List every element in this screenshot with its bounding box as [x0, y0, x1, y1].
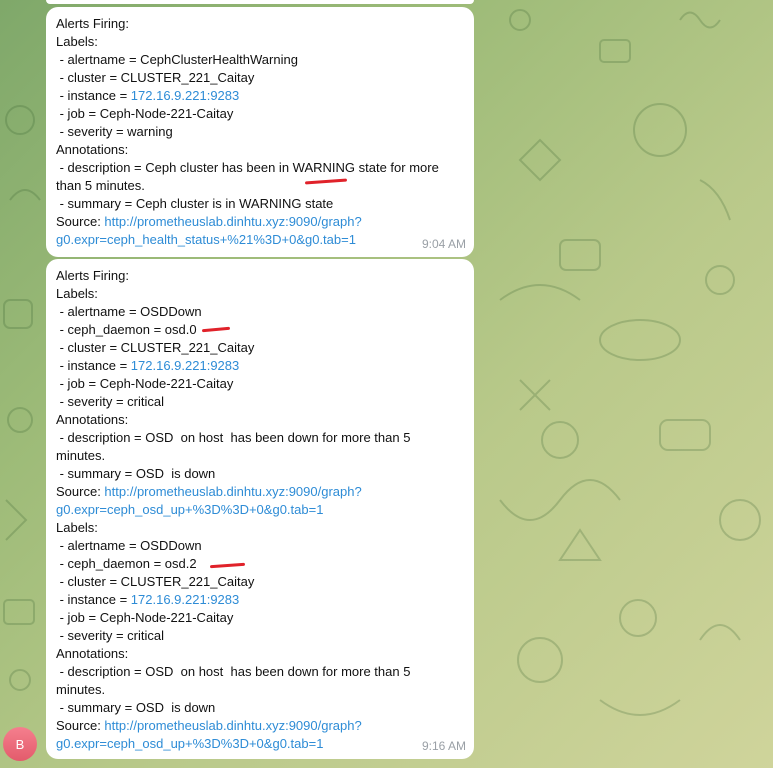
sender-avatar[interactable]: B — [3, 727, 37, 761]
message-line-text: Annotations: — [56, 142, 129, 157]
message-line: g0.expr=ceph_osd_up+%3D%3D+0&g0.tab=1 — [56, 501, 464, 519]
message-line-text: - job = Ceph-Node-221-Caitay — [56, 610, 234, 625]
message-link[interactable]: http://prometheuslab.dinhtu.xyz:9090/gra… — [104, 484, 361, 499]
message-line: - cluster = CLUSTER_221_Caitay — [56, 573, 464, 591]
message-line-text: - description = Ceph cluster has been in… — [56, 160, 439, 175]
previous-message-bubble-edge — [46, 0, 474, 4]
message-line-text: - summary = OSD is down — [56, 700, 216, 715]
message-line: - instance = 172.16.9.221:9283 — [56, 591, 464, 609]
message-line-text: Alerts Firing: — [56, 268, 129, 283]
message-line-text: minutes. — [56, 682, 106, 697]
message-line: Alerts Firing: — [56, 267, 464, 285]
message-link[interactable]: 172.16.9.221:9283 — [131, 88, 239, 103]
message-line: minutes. — [56, 447, 464, 465]
message-line-text: - alertname = CephClusterHealthWarning — [56, 52, 298, 67]
message-link[interactable]: g0.expr=ceph_health_status+%21%3D+0&g0.t… — [56, 232, 356, 247]
message-line-text: Labels: — [56, 286, 98, 301]
message-line-text: - ceph_daemon = osd.2 — [56, 556, 197, 571]
message-line: Labels: — [56, 33, 464, 51]
message-link[interactable]: http://prometheuslab.dinhtu.xyz:9090/gra… — [104, 718, 361, 733]
message-line-text: - summary = OSD is down — [56, 466, 216, 481]
message-line: than 5 minutes. — [56, 177, 464, 195]
message-line: - cluster = CLUSTER_221_Caitay — [56, 339, 464, 357]
message-line: - job = Ceph-Node-221-Caitay — [56, 375, 464, 393]
message-line-text: Source: — [56, 484, 105, 499]
message-line: g0.expr=ceph_osd_up+%3D%3D+0&g0.tab=1 — [56, 735, 464, 753]
message-line: - description = Ceph cluster has been in… — [56, 159, 464, 177]
message-line-text: Annotations: — [56, 412, 129, 427]
message-line: - instance = 172.16.9.221:9283 — [56, 357, 464, 375]
message-line-text: - instance = — [56, 88, 131, 103]
message-line: Source: http://prometheuslab.dinhtu.xyz:… — [56, 213, 464, 231]
message-line-text: Labels: — [56, 34, 98, 49]
message-line-text: - description = OSD on host has been dow… — [56, 430, 411, 445]
message-line-text: Source: — [56, 214, 105, 229]
message-link[interactable]: 172.16.9.221:9283 — [131, 592, 239, 607]
message-timestamp: 9:16 AM — [421, 739, 466, 753]
message-line-text: Labels: — [56, 520, 98, 535]
message-bubble-2[interactable]: Alerts Firing: Labels: - alertname = OSDD… — [46, 259, 474, 759]
message-link[interactable]: g0.expr=ceph_osd_up+%3D%3D+0&g0.tab=1 — [56, 736, 323, 751]
avatar-initial: B — [15, 736, 25, 752]
message-line: g0.expr=ceph_health_status+%21%3D+0&g0.t… — [56, 231, 464, 249]
message-line: Annotations: — [56, 645, 464, 663]
message-line-text: - cluster = CLUSTER_221_Caitay — [56, 70, 255, 85]
message-line-text: - alertname = OSDDown — [56, 304, 202, 319]
message-line: Alerts Firing: — [56, 15, 464, 33]
message-line-text: - instance = — [56, 358, 131, 373]
message-line: - summary = Ceph cluster is in WARNING s… — [56, 195, 464, 213]
message-line: - cluster = CLUSTER_221_Caitay — [56, 69, 464, 87]
message-line-text: - ceph_daemon = osd.0 — [56, 322, 197, 337]
message-link[interactable]: http://prometheuslab.dinhtu.xyz:9090/gra… — [104, 214, 361, 229]
message-line: minutes. — [56, 681, 464, 699]
message-line: - severity = critical — [56, 627, 464, 645]
message-line-text: - job = Ceph-Node-221-Caitay — [56, 106, 234, 121]
message-timestamp: 9:04 AM — [421, 237, 466, 251]
message-line: - instance = 172.16.9.221:9283 — [56, 87, 464, 105]
message-line: - description = OSD on host has been dow… — [56, 429, 464, 447]
message-line: - ceph_daemon = osd.0 — [56, 321, 464, 339]
message-line: - alertname = OSDDown — [56, 537, 464, 555]
message-line-text: - cluster = CLUSTER_221_Caitay — [56, 574, 255, 589]
message-text: Alerts Firing: Labels: - alertname = OSDD… — [56, 267, 464, 753]
message-line-text: - description = OSD on host has been dow… — [56, 664, 411, 679]
message-line: - summary = OSD is down — [56, 699, 464, 717]
message-line: - job = Ceph-Node-221-Caitay — [56, 609, 464, 627]
message-line-text: - instance = — [56, 592, 131, 607]
message-link[interactable]: 172.16.9.221:9283 — [131, 358, 239, 373]
message-line: - ceph_daemon = osd.2 — [56, 555, 464, 573]
message-line: Source: http://prometheuslab.dinhtu.xyz:… — [56, 483, 464, 501]
message-line: Labels: — [56, 285, 464, 303]
message-line: Labels: — [56, 519, 464, 537]
message-line: - alertname = OSDDown — [56, 303, 464, 321]
message-line-text: - alertname = OSDDown — [56, 538, 202, 553]
message-line-text: Alerts Firing: — [56, 16, 129, 31]
message-text: Alerts Firing: Labels: - alertname = Ceph… — [56, 15, 464, 249]
message-line: Annotations: — [56, 141, 464, 159]
message-line-text: than 5 minutes. — [56, 178, 145, 193]
message-line: Annotations: — [56, 411, 464, 429]
message-line-text: minutes. — [56, 448, 106, 463]
message-line-text: Annotations: — [56, 646, 129, 661]
message-line: - description = OSD on host has been dow… — [56, 663, 464, 681]
message-line-text: - severity = critical — [56, 394, 164, 409]
message-line-text: - severity = warning — [56, 124, 173, 139]
message-line-text: - cluster = CLUSTER_221_Caitay — [56, 340, 255, 355]
message-line: - severity = critical — [56, 393, 464, 411]
message-line: - job = Ceph-Node-221-Caitay — [56, 105, 464, 123]
message-line: - alertname = CephClusterHealthWarning — [56, 51, 464, 69]
message-line-text: - severity = critical — [56, 628, 164, 643]
message-line: - severity = warning — [56, 123, 464, 141]
message-link[interactable]: g0.expr=ceph_osd_up+%3D%3D+0&g0.tab=1 — [56, 502, 323, 517]
message-line-text: Source: — [56, 718, 105, 733]
message-line: - summary = OSD is down — [56, 465, 464, 483]
message-bubble-1[interactable]: Alerts Firing: Labels: - alertname = Ceph… — [46, 7, 474, 257]
message-line-text: - summary = Ceph cluster is in WARNING s… — [56, 196, 334, 211]
message-line: Source: http://prometheuslab.dinhtu.xyz:… — [56, 717, 464, 735]
message-line-text: - job = Ceph-Node-221-Caitay — [56, 376, 234, 391]
